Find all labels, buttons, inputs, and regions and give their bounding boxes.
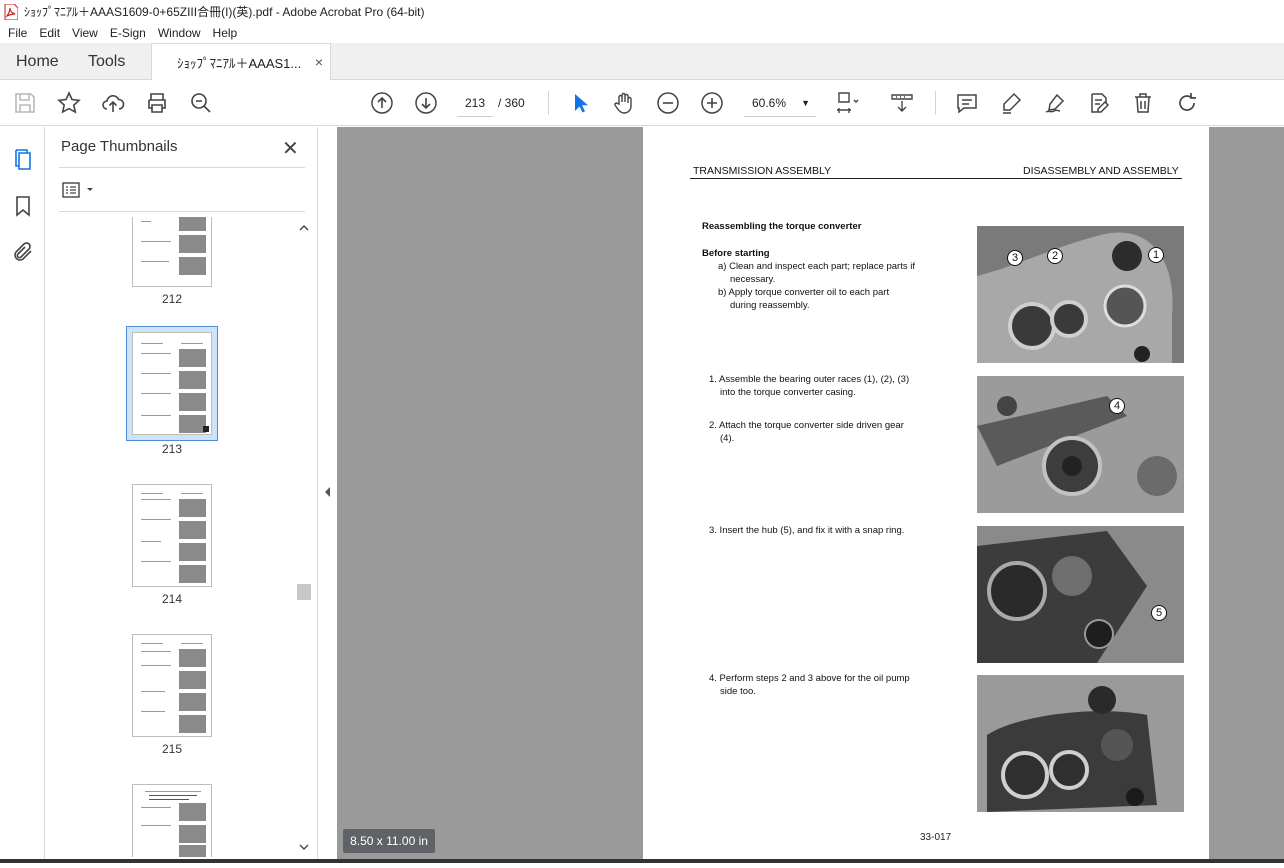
step-2-cont: (4). <box>720 433 735 444</box>
before-starting: Before starting <box>702 248 770 259</box>
select-cursor-icon[interactable] <box>568 91 592 115</box>
page-thumbnails-icon[interactable] <box>11 148 35 172</box>
photo-hub-snap-ring: 5 <box>977 526 1184 663</box>
hand-tool-icon[interactable] <box>612 91 636 115</box>
callout-1: 1 <box>1148 247 1164 263</box>
callout-3: 3 <box>1007 250 1023 266</box>
page-header-right: DISASSEMBLY AND ASSEMBLY <box>1023 165 1179 177</box>
tab-document-label: ｼｮｯﾌﾟﾏﾆｱﾙ＋AAAS1... <box>177 56 302 71</box>
thumbnail-page[interactable] <box>132 332 212 435</box>
page-total: / 360 <box>498 96 525 110</box>
thumbnail-label: 212 <box>161 292 183 306</box>
collapse-panel-handle[interactable] <box>318 127 337 863</box>
edit-pdf-icon[interactable] <box>1087 91 1111 115</box>
before-b2: during reassembly. <box>730 300 810 311</box>
menu-edit[interactable]: Edit <box>33 26 66 40</box>
before-a2: necessary. <box>730 274 776 285</box>
previous-page-icon[interactable] <box>370 91 394 115</box>
tab-document[interactable]: ｼｮｯﾌﾟﾏﾆｱﾙ＋AAAS1... × <box>151 43 331 81</box>
print-icon[interactable] <box>145 91 169 115</box>
close-tab-icon[interactable]: × <box>315 54 323 70</box>
tab-home[interactable]: Home <box>16 43 59 80</box>
rotate-icon[interactable] <box>1175 91 1199 115</box>
thumbnail-page[interactable] <box>132 217 212 287</box>
before-b: b) Apply torque converter oil to each pa… <box>718 287 890 298</box>
callout-4: 4 <box>1109 398 1125 414</box>
page-number-input[interactable]: 213 <box>457 89 493 117</box>
chevron-down-icon: ▼ <box>801 98 810 108</box>
thumbnail-label: 214 <box>161 592 183 606</box>
upload-share-icon[interactable] <box>101 91 125 115</box>
zoom-select[interactable]: 60.6% ▼ <box>744 89 816 117</box>
document-canvas[interactable]: TRANSMISSION ASSEMBLY DISASSEMBLY AND AS… <box>337 127 1284 863</box>
header-rule <box>690 178 1182 179</box>
thumbnail-list: 212 213 214 215 <box>59 217 297 857</box>
highlight-pen-icon[interactable] <box>999 91 1023 115</box>
scroll-mode-icon[interactable] <box>890 91 914 115</box>
window-title: ｼｮｯﾌﾟﾏﾆｱﾙ＋AAAS1609-0+65ZIII合冊(I)(英).pdf … <box>24 5 425 19</box>
step-1: 1. Assemble the bearing outer races (1),… <box>709 374 910 385</box>
callout-2: 2 <box>1047 248 1063 264</box>
thumbnail-page[interactable] <box>132 784 212 857</box>
page-footer-number: 33-017 <box>920 832 952 843</box>
page-size-badge: 8.50 x 11.00 in <box>343 829 435 853</box>
bookmark-star-icon[interactable] <box>57 91 81 115</box>
document-page: TRANSMISSION ASSEMBLY DISASSEMBLY AND AS… <box>643 127 1209 863</box>
save-icon[interactable] <box>13 91 37 115</box>
panel-title: Page Thumbnails <box>61 138 178 155</box>
title-bar: ｼｮｯﾌﾟﾏﾆｱﾙ＋AAAS1609-0+65ZIII合冊(I)(英).pdf … <box>0 0 1284 23</box>
photo-driven-gear: 4 <box>977 376 1184 513</box>
section-title: Reassembling the torque converter <box>702 221 862 232</box>
menu-file[interactable]: File <box>2 26 33 40</box>
delete-trash-icon[interactable] <box>1131 91 1155 115</box>
step-1-cont: into the torque converter casing. <box>720 387 856 398</box>
callout-5: 5 <box>1151 605 1167 621</box>
acrobat-app-icon <box>4 3 18 20</box>
tab-tools[interactable]: Tools <box>88 43 125 80</box>
attachments-paperclip-icon[interactable] <box>11 240 35 264</box>
search-zoom-icon[interactable] <box>189 91 213 115</box>
menu-esign[interactable]: E-Sign <box>104 26 152 40</box>
page-fit-icon[interactable] <box>835 91 859 115</box>
toolbar <box>0 80 1284 126</box>
thumbnail-label: 215 <box>161 742 183 756</box>
photo-bearing-races: 3 2 1 <box>977 226 1184 363</box>
scrollbar-thumb[interactable] <box>297 584 311 600</box>
menu-window[interactable]: Window <box>152 26 207 40</box>
divider <box>59 167 305 168</box>
step-2: 2. Attach the torque converter side driv… <box>709 420 904 431</box>
taskbar-edge <box>0 859 1284 863</box>
photo-oil-pump-side <box>977 675 1184 812</box>
zoom-in-icon[interactable] <box>700 91 724 115</box>
thumbnail-options-menu[interactable] <box>62 181 96 199</box>
thumbnails-panel: Page Thumbnails ✕ 212 213 214 215 <box>45 127 318 863</box>
step-4: 4. Perform steps 2 and 3 above for the o… <box>709 673 910 684</box>
thumbnail-page[interactable] <box>132 634 212 737</box>
next-page-icon[interactable] <box>414 91 438 115</box>
menu-bar: File Edit View E-Sign Window Help <box>0 23 1284 43</box>
before-a: a) Clean and inspect each part; replace … <box>718 261 915 272</box>
toolbar-separator <box>935 91 936 115</box>
thumbnail-label: 213 <box>161 442 183 456</box>
thumbnail-page[interactable] <box>132 484 212 587</box>
menu-view[interactable]: View <box>66 26 104 40</box>
toolbar-separator <box>548 91 549 115</box>
bookmarks-icon[interactable] <box>11 194 35 218</box>
zoom-out-icon[interactable] <box>656 91 680 115</box>
step-3: 3. Insert the hub (5), and fix it with a… <box>709 525 905 536</box>
tab-bar: Home Tools ｼｮｯﾌﾟﾏﾆｱﾙ＋AAAS1... × <box>0 43 1284 81</box>
sign-pen-icon[interactable] <box>1043 91 1067 115</box>
step-4-cont: side too. <box>720 686 756 697</box>
left-rail <box>0 127 45 863</box>
thumbnail-scrollbar[interactable] <box>296 218 312 858</box>
comment-icon[interactable] <box>955 91 979 115</box>
close-panel-icon[interactable]: ✕ <box>282 136 299 161</box>
menu-help[interactable]: Help <box>207 26 244 40</box>
page-header-left: TRANSMISSION ASSEMBLY <box>693 165 832 177</box>
divider <box>59 211 305 212</box>
zoom-value: 60.6% <box>752 96 787 110</box>
